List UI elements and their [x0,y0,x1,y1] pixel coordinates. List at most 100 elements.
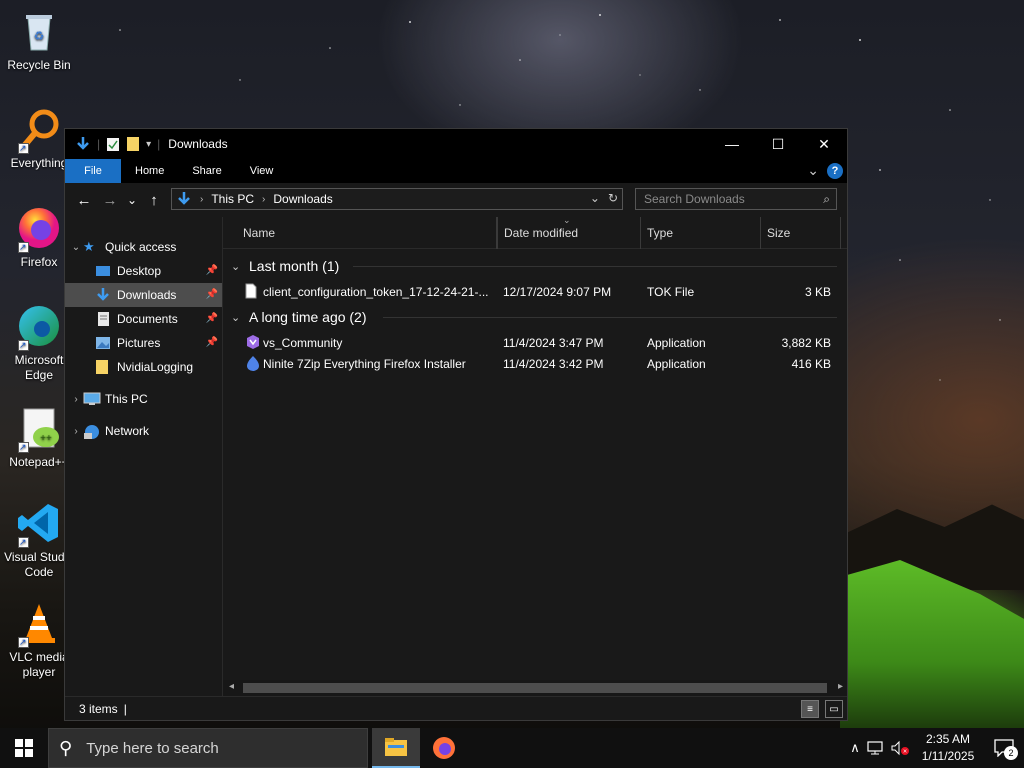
svg-text:++: ++ [40,433,52,444]
refresh-icon[interactable]: ↻ [608,191,618,205]
file-row[interactable]: vs_Community 11/4/2024 3:47 PM Applicati… [223,332,847,353]
desktop-icon-recycle-bin[interactable]: ♻ Recycle Bin [0,8,78,73]
desktop-icon-label: Recycle Bin [7,58,71,72]
clock-date: 1/11/2025 [921,749,975,763]
maximize-button[interactable]: ☐ [755,129,801,159]
notification-count-badge: 2 [1004,746,1018,760]
file-row[interactable]: client_configuration_token_17-12-24-21-.… [223,281,847,302]
pictures-folder-icon [95,336,111,350]
start-button[interactable] [0,728,48,768]
nav-item-label: Network [105,424,150,438]
up-button[interactable]: ↑ [141,187,167,213]
tab-home[interactable]: Home [121,159,178,183]
visual-studio-installer-icon [245,334,259,350]
taskbar: ⚲ Type here to search ∧ × 2:35 AM 1/11/2… [0,728,1024,768]
tab-view[interactable]: View [236,159,288,183]
scrollbar-thumb[interactable] [243,683,827,693]
item-count: 3 items [79,701,118,716]
forward-button[interactable]: → [97,187,123,213]
properties-icon[interactable] [106,136,120,152]
nav-item-pictures[interactable]: Pictures 📌 [65,331,222,355]
edge-icon [16,303,62,353]
expand-chevron-icon[interactable]: › [69,426,83,437]
downloads-folder-icon [95,288,111,302]
expand-chevron-icon[interactable]: ⌄ [69,242,83,253]
folder-icon [95,360,111,374]
breadcrumb-chevron-icon: › [262,193,266,205]
sort-caret-icon: ⌄ [563,215,571,225]
nav-item-network[interactable]: › Network [65,419,222,443]
notepad-plus-plus-icon: ++ [16,405,62,455]
back-button[interactable]: ← [71,187,97,213]
taskbar-search-box[interactable]: ⚲ Type here to search [48,728,368,768]
close-button[interactable]: ✕ [801,129,847,159]
shortcut-arrow-icon [18,338,29,353]
help-icon[interactable]: ? [827,162,843,179]
details-view-button[interactable]: ≡ [801,700,819,718]
tab-file[interactable]: File [65,159,121,183]
volume-muted-icon[interactable]: × [890,740,912,756]
column-header-type[interactable]: Type [641,217,761,249]
nav-item-downloads[interactable]: Downloads 📌 [65,283,222,307]
search-icon[interactable]: ⌕ [823,192,830,207]
column-header-name[interactable]: Name [237,217,497,249]
nav-item-desktop[interactable]: Desktop 📌 [65,259,222,283]
clock[interactable]: 2:35 AM 1/11/2025 [912,731,984,765]
windows-logo-icon [15,739,33,757]
tray-overflow-chevron-icon[interactable]: ∧ [844,740,866,756]
nav-item-label: Desktop [117,264,162,278]
file-name: vs_Community [263,336,343,350]
group-header-last-month[interactable]: ⌄ Last month (1) [223,255,847,277]
scroll-left-icon[interactable]: ◂ [229,681,234,692]
tab-share[interactable]: Share [178,159,235,183]
title-bar[interactable]: | ▾ | Downloads — ☐ ✕ [65,129,847,159]
file-size: 416 KB [791,357,831,371]
collapse-chevron-icon[interactable]: ⌄ [231,260,249,273]
file-explorer-window: | ▾ | Downloads — ☐ ✕ File Home Share Vi… [64,128,848,721]
nav-item-this-pc[interactable]: › This PC [65,387,222,411]
network-status-icon[interactable] [866,740,886,756]
expand-chevron-icon[interactable]: › [69,394,83,405]
nav-item-documents[interactable]: Documents 📌 [65,307,222,331]
recent-locations-button[interactable]: ⌄ [123,187,141,213]
search-box[interactable]: Search Downloads ⌕ [635,188,837,210]
taskbar-firefox[interactable] [420,728,468,768]
action-center-button[interactable]: 2 [984,728,1024,768]
shortcut-arrow-icon [18,535,29,550]
file-size: 3,882 KB [781,336,831,350]
ribbon-tabs: File Home Share View ⌄ ? [65,159,847,183]
scroll-right-icon[interactable]: ▸ [838,681,843,692]
taskbar-search-placeholder: Type here to search [86,739,219,757]
address-bar[interactable]: › This PC › Downloads ⌄ ↻ [171,188,623,210]
file-type: TOK File [647,285,695,299]
navigation-pane: ⌄ ★ Quick access Desktop 📌 Downloads 📌 D… [65,217,222,696]
breadcrumb-chevron-icon: › [200,193,204,205]
collapse-chevron-icon[interactable]: ⌄ [231,311,249,324]
address-dropdown-icon[interactable]: ⌄ [590,191,600,205]
shortcut-arrow-icon [18,240,29,255]
column-header-size[interactable]: Size [761,217,841,249]
nav-item-nvidialogging[interactable]: NvidiaLogging [65,355,222,379]
minimize-button[interactable]: — [709,129,755,159]
breadcrumb-downloads[interactable]: Downloads [273,192,332,206]
file-type: Application [647,357,706,371]
file-type: Application [647,336,706,350]
firefox-icon [433,737,455,759]
large-icons-view-button[interactable]: ▭ [825,700,843,718]
downloads-arrow-icon [77,137,89,150]
horizontal-scrollbar[interactable]: ◂ ▸ [223,680,847,696]
clock-time: 2:35 AM [925,732,971,746]
group-divider [353,266,837,267]
quick-toolbar-dropdown-icon[interactable]: ▾ [146,139,151,150]
star-icon: ★ [83,239,95,254]
expand-ribbon-chevron-icon[interactable]: ⌄ [807,162,819,179]
nav-item-label: This PC [105,392,148,406]
file-row[interactable]: Ninite 7Zip Everything Firefox Installer… [223,353,847,374]
new-folder-icon[interactable] [126,136,140,152]
breadcrumb-this-pc[interactable]: This PC [211,192,254,206]
nav-item-label: NvidiaLogging [117,360,194,374]
nav-item-quick-access[interactable]: ⌄ ★ Quick access [65,235,222,259]
firefox-icon [16,205,62,255]
taskbar-file-explorer[interactable] [372,728,420,768]
group-header-a-long-time-ago[interactable]: ⌄ A long time ago (2) [223,306,847,328]
